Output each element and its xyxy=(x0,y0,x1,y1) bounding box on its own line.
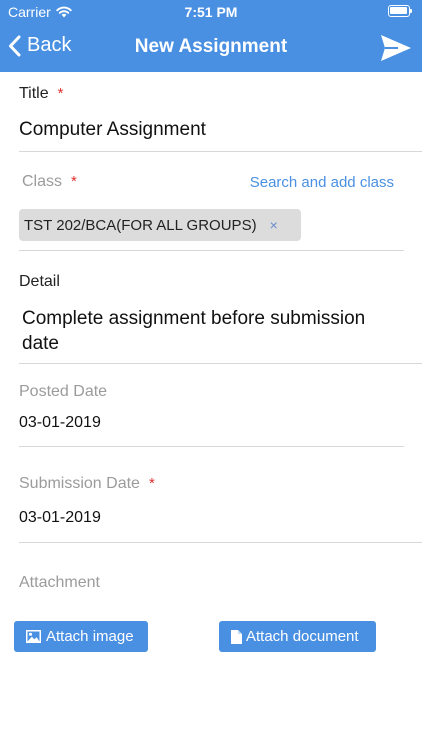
chevron-left-icon xyxy=(9,35,21,56)
class-chip-label: TST 202/BCA(FOR ALL GROUPS) xyxy=(24,216,257,234)
document-icon xyxy=(231,629,242,644)
image-icon xyxy=(26,630,41,643)
submission-date-input[interactable]: 03-01-2019 xyxy=(19,509,101,527)
posted-date-value: 03-01-2019 xyxy=(19,414,101,431)
attach-image-button[interactable]: Attach image xyxy=(14,621,148,652)
status-bar: Carrier 7:51 PM xyxy=(0,0,422,24)
attach-image-label: Attach image xyxy=(46,628,134,645)
title-label-text: Title xyxy=(19,85,49,102)
attachment-label: Attachment xyxy=(19,574,100,591)
back-button[interactable]: Back xyxy=(8,34,71,57)
send-button[interactable] xyxy=(380,34,412,62)
detail-label: Detail xyxy=(19,273,60,290)
required-marker: * xyxy=(57,85,64,102)
title-label: Title * xyxy=(19,85,63,103)
search-and-add-class-link[interactable]: Search and add class xyxy=(250,174,394,191)
posted-date-label: Posted Date xyxy=(19,383,108,400)
app-header: Carrier 7:51 PM Back New Assignment xyxy=(0,0,422,72)
detail-divider xyxy=(19,363,422,364)
navigation-bar: Back New Assignment xyxy=(0,24,422,72)
class-label-text: Class xyxy=(22,173,63,190)
submission-date-divider xyxy=(19,542,422,543)
detail-input[interactable]: Complete assignment before submission da… xyxy=(22,306,392,356)
class-label: Class * xyxy=(22,173,77,191)
class-chip: TST 202/BCA(FOR ALL GROUPS) × xyxy=(19,209,301,241)
posted-date-divider xyxy=(19,446,404,447)
required-marker: * xyxy=(148,475,155,492)
status-time: 7:51 PM xyxy=(184,4,238,20)
title-divider xyxy=(19,151,422,152)
send-icon xyxy=(381,35,411,61)
required-marker: * xyxy=(71,173,77,190)
class-chip-remove-button[interactable]: × xyxy=(270,217,278,233)
back-label: Back xyxy=(27,34,72,56)
attach-document-button[interactable]: Attach document xyxy=(219,621,376,652)
class-divider xyxy=(19,250,404,251)
attach-document-label: Attach document xyxy=(246,628,359,645)
battery-icon xyxy=(388,5,413,17)
submission-date-label-text: Submission Date xyxy=(19,475,140,492)
submission-date-label: Submission Date * xyxy=(19,475,155,493)
title-input[interactable]: Computer Assignment xyxy=(19,119,206,141)
